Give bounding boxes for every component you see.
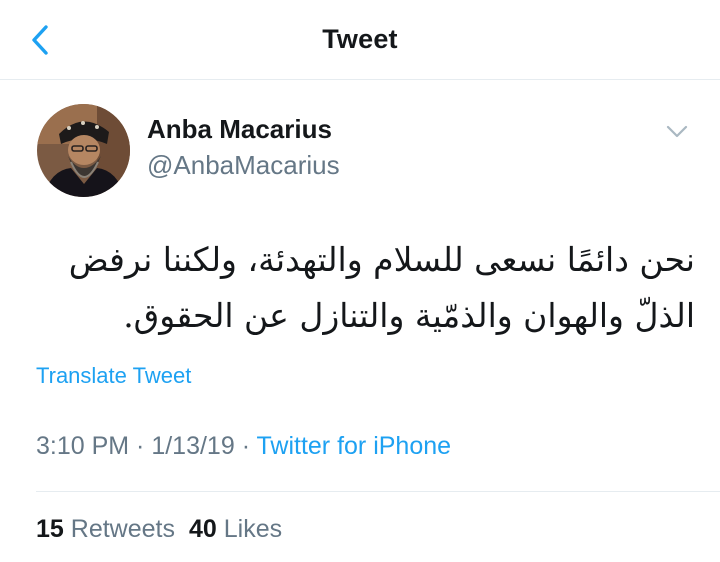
translate-tweet-link[interactable]: Translate Tweet [36,363,191,389]
tweet-text-line: نحن دائمًا نسعى للسلام والتهدئة، ولكننا … [68,240,695,279]
avatar[interactable] [37,104,130,197]
navigation-header: Tweet [0,0,720,80]
tweet-menu-button[interactable] [664,120,690,142]
likes-stat[interactable]: 40 Likes [189,515,282,543]
tweet-meta: 3:10 PM · 1/13/19 · Twitter for iPhone [36,432,451,461]
author-name[interactable]: Anba Macarius [147,114,332,145]
retweets-stat[interactable]: 15 Retweets [36,515,175,543]
likes-label: Likes [223,515,283,543]
tweet-time: 3:10 PM [36,432,130,460]
avatar-image [37,104,130,197]
retweets-count: 15 [36,515,64,543]
tweet-stats: 15 Retweets 40 Likes [36,515,282,544]
retweets-label: Retweets [70,515,175,543]
meta-separator: · [129,432,152,460]
meta-separator: · [234,432,257,460]
tweet-text: نحن دائمًا نسعى للسلام والتهدئة، ولكننا … [30,232,695,344]
tweet-detail-screen: Tweet Anba Macarius @AnbaMacarius نحن دا… [0,0,720,562]
tweet-source-link[interactable]: Twitter for iPhone [257,432,452,460]
page-title: Tweet [322,24,398,54]
likes-count: 40 [188,515,217,543]
chevron-down-icon [666,125,688,138]
divider [36,491,720,492]
tweet-date: 1/13/19 [151,432,235,460]
author-handle[interactable]: @AnbaMacarius [147,150,340,181]
tweet-text-line: الذلّ والهوان والذمّية والتنازل عن الحقو… [123,296,695,335]
